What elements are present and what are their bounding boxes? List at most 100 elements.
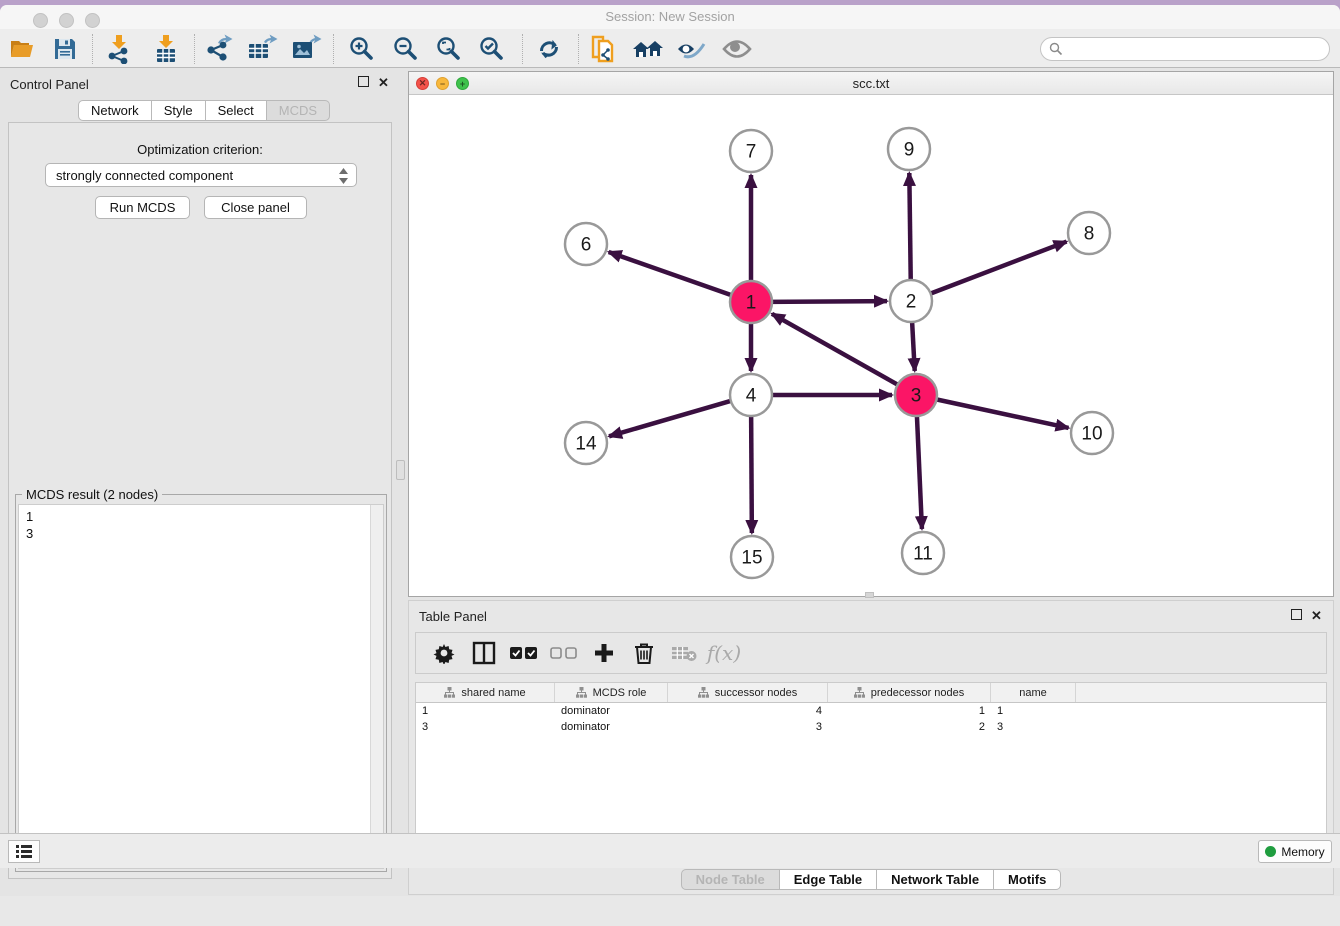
zoom-selected-icon[interactable] bbox=[474, 32, 510, 66]
tab-edge-table[interactable]: Edge Table bbox=[780, 869, 877, 890]
edge-2-3[interactable] bbox=[912, 320, 915, 371]
edge-4-15[interactable] bbox=[751, 414, 752, 533]
column-header-shared-name[interactable]: shared name bbox=[416, 683, 555, 702]
column-header-label: predecessor nodes bbox=[871, 687, 965, 699]
tab-select[interactable]: Select bbox=[206, 100, 267, 121]
select-all-checkboxes-icon[interactable] bbox=[506, 636, 542, 670]
network-title: scc.txt bbox=[409, 76, 1333, 91]
table-cell[interactable]: dominator bbox=[555, 705, 668, 717]
edge-2-9[interactable] bbox=[909, 173, 910, 282]
table-cell[interactable]: 1 bbox=[828, 705, 991, 717]
table-cell[interactable]: 2 bbox=[828, 721, 991, 733]
mcds-result-area[interactable]: 1 3 bbox=[18, 504, 384, 869]
panel-splitter-handle[interactable] bbox=[396, 460, 405, 480]
tab-node-table[interactable]: Node Table bbox=[681, 869, 780, 890]
open-file-icon[interactable] bbox=[5, 32, 41, 66]
add-column-icon[interactable] bbox=[586, 636, 622, 670]
table-panel-title: Table Panel bbox=[419, 609, 487, 624]
tab-mcds[interactable]: MCDS bbox=[267, 100, 330, 121]
show-all-icon[interactable] bbox=[719, 32, 755, 66]
control-panel-title: Control Panel bbox=[10, 77, 89, 92]
table-cell[interactable]: 4 bbox=[668, 705, 828, 717]
float-panel-icon[interactable] bbox=[358, 76, 369, 87]
column-header-successor-nodes[interactable]: successor nodes bbox=[668, 683, 828, 702]
table-settings-icon[interactable] bbox=[426, 636, 462, 670]
toolbar-separator bbox=[522, 34, 523, 64]
delete-column-icon[interactable] bbox=[626, 636, 662, 670]
toolbar-separator bbox=[194, 34, 195, 64]
criterion-select[interactable]: strongly connected component bbox=[45, 163, 357, 187]
column-header-label: name bbox=[1019, 687, 1047, 699]
function-builder-icon[interactable]: f(x) bbox=[706, 636, 742, 670]
node-label-7: 7 bbox=[746, 142, 757, 163]
column-header-MCDS-role[interactable]: MCDS role bbox=[555, 683, 668, 702]
export-table-icon[interactable] bbox=[244, 32, 280, 66]
tab-style[interactable]: Style bbox=[152, 100, 206, 121]
column-flow-icon bbox=[576, 687, 587, 698]
import-table-icon[interactable] bbox=[148, 32, 184, 66]
table-row[interactable]: 1dominator411 bbox=[416, 703, 1326, 719]
network-canvas[interactable]: 7968124314101511 bbox=[409, 95, 1333, 596]
table-cell[interactable]: 3 bbox=[668, 721, 828, 733]
canvas-splitter-handle[interactable] bbox=[865, 592, 874, 598]
column-header-name[interactable]: name bbox=[991, 683, 1076, 702]
edge-1-6[interactable] bbox=[609, 252, 733, 296]
tab-motifs[interactable]: Motifs bbox=[994, 869, 1061, 890]
tab-network-table[interactable]: Network Table bbox=[877, 869, 994, 890]
criterion-value: strongly connected component bbox=[56, 168, 233, 183]
edge-3-10[interactable] bbox=[935, 399, 1069, 428]
zoom-out-icon[interactable] bbox=[388, 32, 424, 66]
result-scrollbar[interactable] bbox=[370, 505, 383, 868]
search-field[interactable] bbox=[1040, 37, 1330, 61]
search-icon bbox=[1049, 42, 1063, 56]
close-table-panel-icon[interactable]: ✕ bbox=[1310, 609, 1323, 622]
export-image-icon[interactable] bbox=[288, 32, 324, 66]
table-cell[interactable]: 3 bbox=[991, 721, 1076, 733]
import-network-icon[interactable] bbox=[101, 32, 137, 66]
network-graph[interactable]: 7968124314101511 bbox=[409, 95, 1333, 596]
edge-2-8[interactable] bbox=[929, 242, 1067, 295]
edge-3-1[interactable] bbox=[772, 314, 900, 386]
table-cell[interactable]: 1 bbox=[416, 705, 555, 717]
reset-view-icon[interactable] bbox=[630, 32, 666, 66]
memory-button[interactable]: Memory bbox=[1258, 840, 1332, 863]
deselect-all-checkboxes-icon[interactable] bbox=[546, 636, 582, 670]
clone-network-icon[interactable] bbox=[586, 32, 622, 66]
hide-selected-icon[interactable] bbox=[674, 32, 710, 66]
search-input[interactable] bbox=[1068, 40, 1329, 58]
node-table-header: shared nameMCDS rolesuccessor nodes prede… bbox=[416, 683, 1326, 703]
toolbar-separator bbox=[333, 34, 334, 64]
run-mcds-button[interactable]: Run MCDS bbox=[95, 196, 190, 219]
zoom-in-icon[interactable] bbox=[344, 32, 380, 66]
column-header-predecessor-nodes[interactable]: predecessor nodes bbox=[828, 683, 991, 702]
save-session-icon[interactable] bbox=[47, 32, 83, 66]
float-table-panel-icon[interactable] bbox=[1291, 609, 1302, 620]
column-flow-icon bbox=[698, 687, 709, 698]
select-stepper-icon bbox=[338, 167, 349, 185]
memory-label: Memory bbox=[1281, 845, 1324, 859]
delete-table-icon[interactable] bbox=[666, 636, 702, 670]
table-row[interactable]: 3dominator323 bbox=[416, 719, 1326, 735]
status-menu-button[interactable] bbox=[8, 840, 40, 863]
close-panel-button[interactable]: Close panel bbox=[204, 196, 307, 219]
list-icon bbox=[15, 844, 33, 859]
table-cell[interactable]: dominator bbox=[555, 721, 668, 733]
edge-4-14[interactable] bbox=[609, 400, 733, 436]
node-label-9: 9 bbox=[904, 140, 915, 161]
network-window-titlebar[interactable]: ✕ − + scc.txt bbox=[409, 72, 1333, 95]
table-cell[interactable]: 3 bbox=[416, 721, 555, 733]
control-panel-buttons: ✕ bbox=[358, 76, 390, 89]
table-toolbar: f(x) bbox=[415, 632, 1327, 674]
table-cell[interactable]: 1 bbox=[991, 705, 1076, 717]
memory-status-icon bbox=[1265, 846, 1276, 857]
column-layout-icon[interactable] bbox=[466, 636, 502, 670]
edge-1-2[interactable] bbox=[770, 301, 887, 302]
export-network-icon[interactable] bbox=[201, 32, 237, 66]
optimization-criterion-label: Optimization criterion: bbox=[9, 142, 391, 157]
refresh-layout-icon[interactable] bbox=[531, 32, 567, 66]
zoom-fit-icon[interactable] bbox=[431, 32, 467, 66]
edge-3-11[interactable] bbox=[917, 414, 922, 529]
close-panel-icon[interactable]: ✕ bbox=[377, 76, 390, 89]
mcds-panel: Optimization criterion: strongly connect… bbox=[8, 122, 392, 879]
tab-network[interactable]: Network bbox=[78, 100, 152, 121]
